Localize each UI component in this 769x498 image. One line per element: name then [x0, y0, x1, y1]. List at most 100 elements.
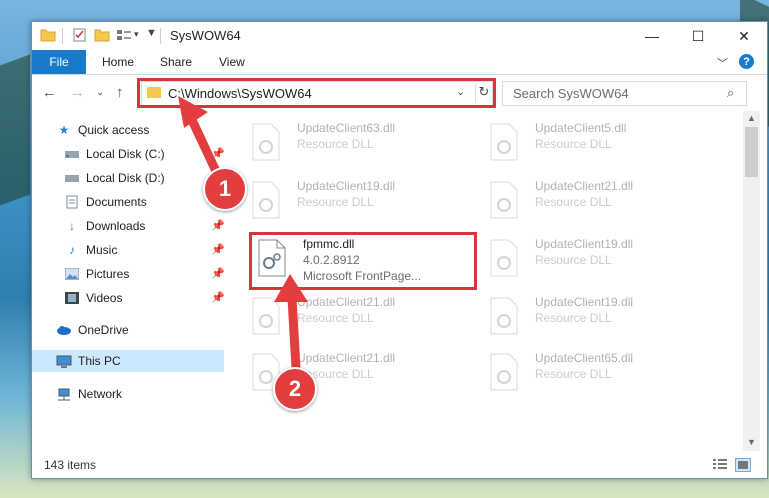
documents-icon [64, 195, 80, 209]
pin-icon[interactable]: 📌 [211, 291, 225, 304]
folder-icon [40, 29, 56, 42]
item-count: 143 items [44, 458, 97, 472]
nav-item-label: Downloads [86, 219, 146, 233]
large-icons-view-icon[interactable] [735, 458, 751, 472]
file-type: Resource DLL [535, 367, 612, 381]
dll-file-icon [490, 239, 518, 277]
maximize-button[interactable]: ☐ [675, 22, 721, 50]
file-tile[interactable]: UpdateClient5.dll Resource DLL [489, 121, 709, 165]
file-name: UpdateClient19.dll [297, 179, 396, 193]
qa-separator [62, 28, 63, 44]
pin-icon[interactable]: 📌 [211, 243, 225, 256]
close-button[interactable]: ✕ [721, 22, 767, 50]
file-type: Resource DLL [535, 137, 612, 151]
window-title: SysWOW64 [170, 28, 241, 43]
music-icon: ♪ [69, 243, 75, 257]
nav-item-pictures[interactable]: Pictures [64, 263, 129, 285]
nav-item-network[interactable]: Network [56, 383, 122, 405]
ribbon: File Home Share View ﹀ ? [32, 50, 767, 75]
nav-item-documents[interactable]: Documents [64, 191, 147, 213]
drive-icon [64, 147, 80, 161]
file-name: UpdateClient19.dll [535, 295, 634, 309]
tab-file[interactable]: File [32, 50, 86, 74]
file-name: UpdateClient21.dll [535, 179, 634, 193]
file-type: Resource DLL [535, 253, 612, 267]
nav-item-onedrive[interactable]: OneDrive [56, 319, 129, 341]
new-folder-icon[interactable] [94, 28, 110, 42]
nav-item-label: Quick access [78, 123, 150, 137]
star-icon: ★ [58, 123, 70, 137]
file-tile[interactable]: UpdateClient21.dll Resource DLL [489, 179, 709, 223]
file-tile[interactable]: UpdateClient19.dll Resource DLL [251, 179, 471, 223]
navigation-bar: ← → ⌄ ↑ C:\Windows\SysWOW64 ⌄ ↻ Search S… [32, 75, 767, 111]
details-view-icon[interactable] [713, 458, 727, 470]
step-badge-2: 2 [273, 367, 317, 411]
dll-file-icon [252, 181, 280, 219]
file-tile[interactable]: UpdateClient65.dll Resource DLL [489, 351, 709, 395]
nav-item-label: OneDrive [78, 323, 129, 337]
cloud-icon [56, 323, 72, 337]
dll-file-icon [490, 123, 518, 161]
tab-share[interactable]: Share [160, 50, 192, 74]
pin-icon[interactable]: 📌 [211, 267, 225, 280]
nav-item-local-disk-c[interactable]: Local Disk (C:) [64, 143, 165, 165]
search-placeholder[interactable]: Search SysWOW64 [513, 86, 629, 101]
file-type: Resource DLL [297, 195, 374, 209]
nav-item-label: Network [78, 387, 123, 401]
nav-item-label: Music [86, 243, 118, 257]
callout-arrow-2 [274, 274, 308, 372]
step-badge-1: 1 [203, 167, 247, 211]
customize-qa-icon[interactable]: ▼ [146, 27, 157, 39]
layout-icon[interactable] [116, 28, 132, 42]
scroll-down-icon[interactable]: ▼ [747, 437, 756, 447]
nav-item-downloads[interactable]: ↓ Downloads [64, 215, 145, 237]
forward-arrow-icon[interactable]: → [70, 84, 85, 101]
drive-icon [64, 171, 80, 185]
file-type: Resource DLL [535, 195, 612, 209]
recent-locations-icon[interactable]: ⌄ [96, 87, 104, 98]
scroll-thumb[interactable] [745, 127, 758, 177]
up-arrow-icon[interactable]: ↑ [116, 84, 124, 101]
nav-item-music[interactable]: ♪ Music [64, 239, 117, 261]
minimize-button[interactable]: — [629, 22, 675, 50]
file-name: UpdateClient5.dll [535, 121, 627, 135]
dll-file-icon [252, 123, 280, 161]
vertical-scrollbar[interactable]: ▲ ▼ [743, 111, 760, 451]
file-type: Resource DLL [535, 311, 612, 325]
downloads-icon: ↓ [69, 219, 75, 233]
expand-ribbon-icon[interactable]: ﹀ [717, 55, 728, 71]
dll-file-icon [490, 297, 518, 335]
file-name: UpdateClient19.dll [535, 237, 634, 251]
nav-item-this-pc[interactable]: This PC [32, 350, 224, 372]
file-tile[interactable]: UpdateClient19.dll Resource DLL [489, 237, 709, 281]
qa-dropdown-icon[interactable]: ▾ [134, 29, 139, 40]
file-name: UpdateClient65.dll [535, 351, 634, 365]
file-explorer-window: ▾ ▼ SysWOW64 — ☐ ✕ File Home Share View … [31, 21, 768, 479]
search-icon[interactable]: ⌕ [727, 85, 734, 101]
file-tile[interactable]: UpdateClient19.dll Resource DLL [489, 295, 709, 339]
pin-icon[interactable]: 📌 [211, 219, 225, 232]
search-box[interactable]: Search SysWOW64 ⌕ [502, 81, 747, 106]
nav-item-label: Documents [86, 195, 147, 209]
help-button[interactable]: ? [739, 54, 754, 69]
nav-item-local-disk-d[interactable]: Local Disk (D:) [64, 167, 165, 189]
nav-item-videos[interactable]: Videos [64, 287, 122, 309]
network-icon [56, 387, 72, 401]
back-arrow-icon[interactable]: ← [42, 84, 57, 101]
tab-home[interactable]: Home [102, 50, 134, 74]
nav-item-quick-access[interactable]: ★ Quick access [56, 119, 150, 141]
properties-icon[interactable] [72, 28, 88, 42]
dll-file-icon [490, 353, 518, 391]
scroll-up-icon[interactable]: ▲ [747, 113, 756, 123]
file-tile[interactable]: UpdateClient63.dll Resource DLL [251, 121, 471, 165]
dll-file-icon [490, 181, 518, 219]
desktop-palm-left [0, 54, 30, 206]
videos-icon [64, 291, 80, 305]
computer-icon [56, 354, 72, 368]
file-type: Resource DLL [297, 137, 374, 151]
tab-view[interactable]: View [219, 50, 245, 74]
nav-item-label: Videos [86, 291, 123, 305]
pictures-icon [64, 267, 80, 281]
nav-item-label: Pictures [86, 267, 130, 281]
status-bar: 143 items [32, 452, 767, 477]
